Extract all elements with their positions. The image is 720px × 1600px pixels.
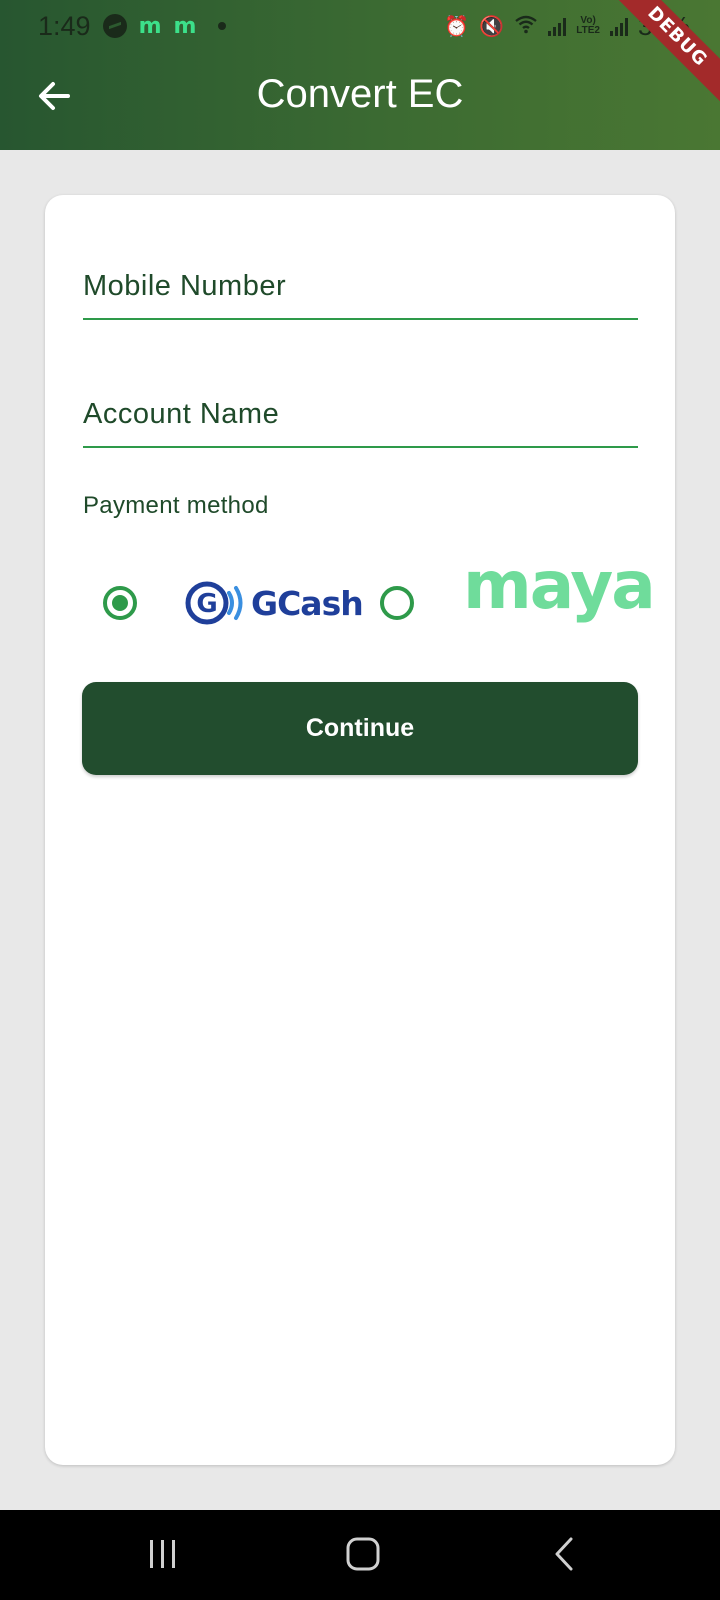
account-name-field[interactable] [83, 378, 638, 448]
app-bar: 1:49 m m ⏰ 🔇 Vo) LTE2 DEBUG Convert EC [0, 0, 720, 150]
continue-button[interactable]: Continue [82, 682, 638, 775]
back-icon [555, 1537, 573, 1571]
recents-icon [150, 1540, 175, 1568]
gcash-g-icon: G [185, 581, 243, 625]
maya-logo[interactable]: maya [463, 547, 656, 624]
status-bar: 1:49 m m ⏰ 🔇 Vo) LTE2 [0, 0, 720, 52]
page-title: Convert EC [256, 72, 464, 116]
alarm-icon: ⏰ [444, 14, 470, 38]
payment-method-label: Payment method [83, 492, 269, 519]
wifi-icon [514, 14, 538, 39]
gcash-radio[interactable] [103, 586, 137, 620]
form-card: Payment method G GCash maya Continue [45, 195, 675, 1465]
status-left: 1:49 m m [38, 10, 227, 42]
more-notifications-icon [218, 22, 227, 30]
signal-icon [548, 16, 567, 36]
signal-icon [609, 16, 628, 36]
mobile-number-field[interactable] [83, 250, 638, 320]
recents-button[interactable] [141, 1532, 185, 1576]
volte-lte-icon: Vo) LTE2 [576, 15, 600, 36]
account-name-input[interactable] [83, 378, 638, 446]
notification-m-icon: m [138, 13, 162, 39]
gcash-logo[interactable]: G GCash [185, 579, 364, 627]
messenger-icon [102, 14, 127, 38]
home-icon [346, 1537, 380, 1571]
gcash-logo-text: GCash [251, 583, 364, 623]
system-back-button[interactable] [543, 1532, 587, 1576]
maya-radio[interactable] [380, 586, 414, 620]
status-time: 1:49 [38, 10, 91, 41]
svg-text:G: G [196, 589, 217, 619]
mute-icon: 🔇 [479, 14, 505, 38]
notification-m-icon: m [173, 13, 197, 39]
home-button[interactable] [341, 1532, 385, 1576]
system-nav-bar [0, 1510, 720, 1600]
mobile-number-input[interactable] [83, 250, 638, 318]
